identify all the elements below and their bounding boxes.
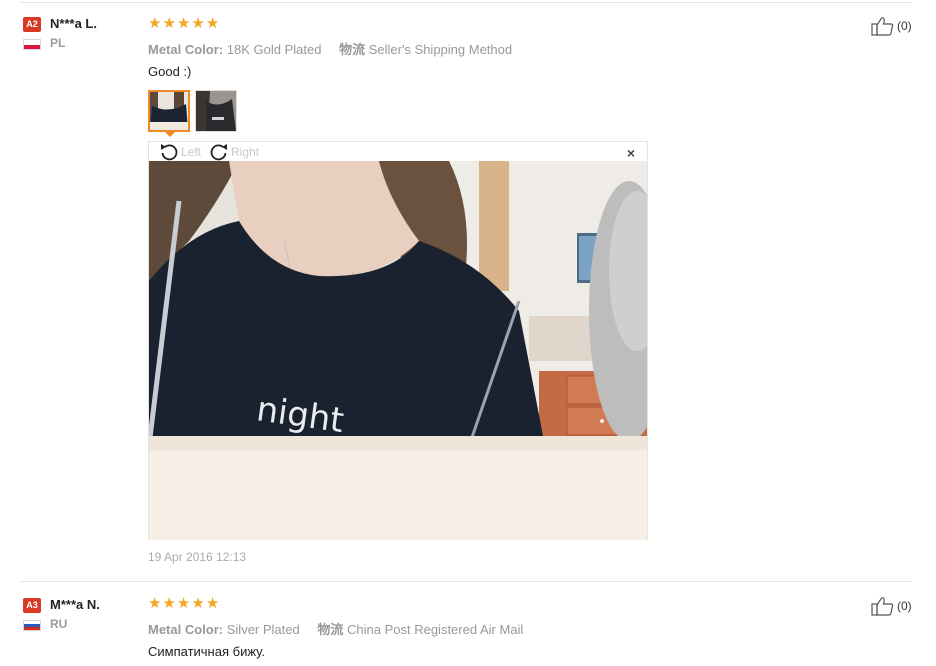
review-divider [20,581,912,582]
reviewer-name: N***a L. [50,16,97,31]
like-count: (0) [897,19,912,33]
attribute-key: Metal Color: [148,42,224,57]
thumbnail-2[interactable] [195,90,237,132]
star-icon: ★ [191,595,205,612]
top-divider [20,2,912,3]
viewer-toolbar: Left Right [159,142,259,162]
rotate-right-label: Right [231,145,260,159]
poland-flag-icon [23,39,41,50]
rating-stars: ★ ★ ★ ★ ★ [148,16,219,31]
rotate-right-button[interactable]: Right [209,142,259,162]
star-icon: ★ [148,595,162,612]
like-button[interactable]: (0) [871,596,912,616]
thumbnail-pointer [164,131,176,137]
rotate-left-icon [161,144,178,161]
level-badge: A2 [23,17,41,32]
star-icon: ★ [176,15,191,32]
attribute-key: Metal Color: [148,622,224,637]
product-attributes: Metal Color: Silver Plated 物流 China Post… [148,619,523,638]
reviewer-name: M***a N. [50,597,100,612]
reviewer-country: RU [50,617,68,631]
attribute-value: Silver Plated [226,622,300,637]
reviewer-country: PL [50,36,66,50]
russia-flag-icon [23,620,41,631]
attribute-value: 18K Gold Plated [226,42,322,57]
star-icon: ★ [162,15,176,32]
star-icon: ★ [205,595,220,612]
review-date: 19 Apr 2016 12:13 [148,550,247,564]
star-icon: ★ [205,15,220,32]
image-viewer: Left Right × night [148,141,648,540]
rating-stars: ★ ★ ★ ★ ★ [148,596,219,611]
shipping-method: Seller's Shipping Method [368,42,513,57]
thumbnail-1[interactable] [148,90,190,132]
review-text: Симпатичная бижу. [148,644,265,659]
level-badge: A3 [23,598,41,613]
star-icon: ★ [162,595,176,612]
product-attributes: Metal Color: 18K Gold Plated 物流 Seller's… [148,39,512,58]
shipping-method: China Post Registered Air Mail [347,622,524,637]
review-text: Good :) [148,64,192,79]
review-thumbnails [148,90,237,132]
thumbs-up-icon [871,17,894,36]
rotate-left-button[interactable]: Left [159,142,201,162]
review-photo: night [149,161,647,540]
star-icon: ★ [176,595,191,612]
like-button[interactable]: (0) [871,16,912,36]
star-icon: ★ [148,15,162,32]
rotate-right-icon [210,144,228,161]
shipping-label: 物流 [317,622,344,637]
star-icon: ★ [191,15,205,32]
thumbs-up-icon [871,597,894,616]
like-count: (0) [897,599,912,613]
shipping-label: 物流 [339,42,366,57]
close-icon[interactable]: × [627,145,635,161]
rotate-left-label: Left [181,145,202,159]
